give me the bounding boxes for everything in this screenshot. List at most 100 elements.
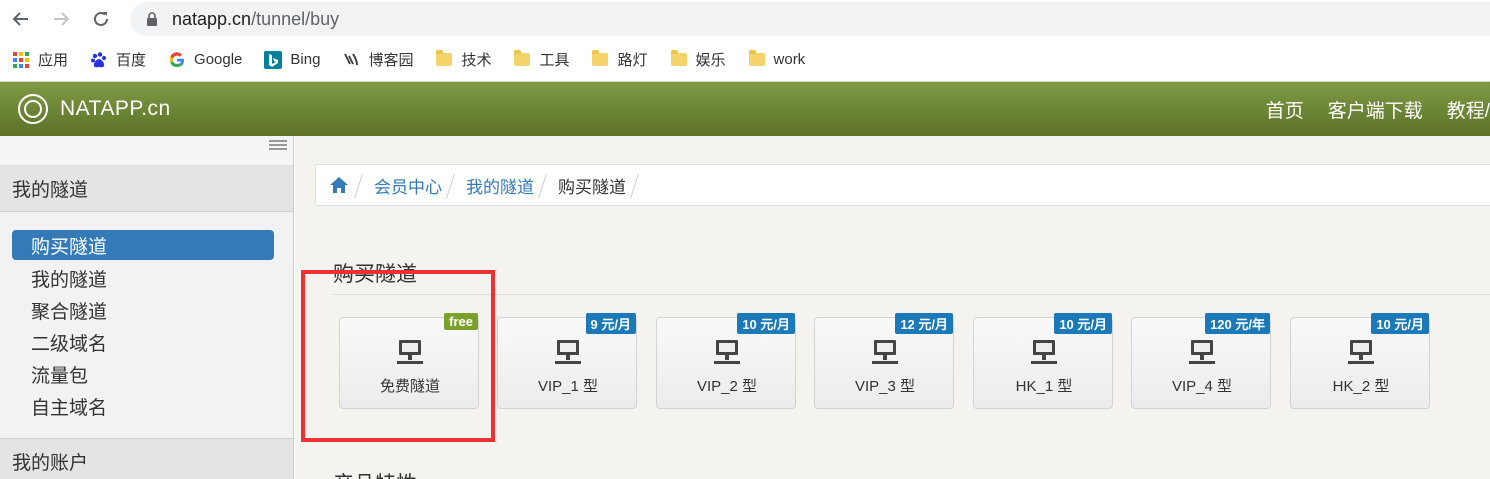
folder-icon bbox=[591, 50, 609, 69]
nav-links: 首页 客户端下载 教程/ bbox=[1242, 82, 1490, 136]
tile-vip4[interactable]: 120 元/年 VIP_4 型 bbox=[1131, 313, 1271, 409]
price-badge: 9 元/月 bbox=[585, 313, 636, 334]
sidebar-item-buy-tunnel[interactable]: 购买隧道 bbox=[12, 230, 274, 260]
breadcrumb-current: 购买隧道 bbox=[558, 177, 626, 197]
price-badge: 10 元/月 bbox=[737, 313, 795, 334]
tile-label: VIP_3 型 bbox=[854, 378, 916, 395]
site-navbar: NATAPP.cn 首页 客户端下载 教程/ bbox=[0, 82, 1490, 136]
server-icon bbox=[1348, 339, 1374, 367]
tile-hk1[interactable]: 10 元/月 HK_1 型 bbox=[973, 313, 1113, 409]
breadcrumb: 会员中心 我的隧道 购买隧道 bbox=[315, 164, 1490, 206]
nav-link-tutorials[interactable]: 教程/ bbox=[1447, 96, 1490, 123]
sidebar-section-my-account[interactable]: 我的账户 bbox=[0, 438, 293, 479]
back-arrow-icon[interactable] bbox=[8, 6, 34, 32]
folder-icon bbox=[670, 50, 688, 69]
sidebar-section-my-tunnels[interactable]: 我的隧道 bbox=[0, 166, 293, 212]
folder-icon bbox=[748, 50, 766, 69]
price-badge: 10 元/月 bbox=[1371, 313, 1429, 334]
sidebar: 我的隧道 购买隧道 我的隧道 聚合隧道 二级域名 流量包 自主域名 我的账户 bbox=[0, 136, 294, 479]
sidebar-collapse-bar bbox=[0, 136, 293, 166]
price-badge: free bbox=[444, 313, 478, 330]
bookmark-label: 百度 bbox=[116, 52, 147, 69]
price-badge: 10 元/月 bbox=[1054, 313, 1112, 334]
tile-label: VIP_4 型 bbox=[1171, 378, 1233, 395]
bookmark-folder-entertainment[interactable]: 娱乐 bbox=[670, 49, 726, 70]
sidebar-item-subdomain[interactable]: 二级域名 bbox=[12, 326, 274, 358]
bing-icon bbox=[264, 50, 283, 69]
sidebar-menu: 购买隧道 我的隧道 聚合隧道 二级域名 流量包 自主域名 bbox=[0, 212, 293, 436]
breadcrumb-my-tunnels[interactable]: 我的隧道 bbox=[466, 173, 534, 198]
bookmark-bing[interactable]: Bing bbox=[264, 50, 321, 69]
server-icon bbox=[872, 339, 898, 367]
main-content: 会员中心 我的隧道 购买隧道 购买隧道 free 免费隧道 9 元/月 VIP_… bbox=[295, 136, 1490, 479]
section-heading-features: 产品特性 bbox=[333, 468, 417, 479]
bookmark-label: Bing bbox=[290, 51, 321, 68]
bookmark-label: 博客园 bbox=[368, 52, 414, 69]
reload-icon[interactable] bbox=[88, 6, 114, 32]
brand-link[interactable]: NATAPP.cn bbox=[18, 94, 171, 124]
bookmark-folder-tools[interactable]: 工具 bbox=[513, 49, 569, 70]
sidebar-item-my-tunnels[interactable]: 我的隧道 bbox=[12, 262, 274, 294]
bookmark-folder-streetlight[interactable]: 路灯 bbox=[591, 49, 648, 70]
folder-icon bbox=[435, 50, 453, 69]
cnblogs-icon bbox=[342, 51, 360, 69]
brand-name: NATAPP.cn bbox=[60, 97, 171, 120]
google-icon bbox=[168, 51, 186, 69]
tile-hk2[interactable]: 10 元/月 HK_2 型 bbox=[1290, 313, 1430, 409]
server-icon bbox=[1031, 339, 1057, 367]
tile-label: VIP_2 型 bbox=[696, 378, 758, 395]
price-badge: 120 元/年 bbox=[1205, 313, 1270, 334]
lock-icon bbox=[144, 11, 160, 27]
sidebar-item-aggregate-tunnels[interactable]: 聚合隧道 bbox=[12, 294, 274, 326]
apps-grid-icon bbox=[12, 51, 30, 69]
breadcrumb-separator bbox=[634, 172, 644, 198]
nav-link-client-download[interactable]: 客户端下载 bbox=[1328, 96, 1423, 123]
baidu-icon bbox=[90, 51, 108, 69]
tile-vip3[interactable]: 12 元/月 VIP_3 型 bbox=[814, 313, 954, 409]
breadcrumb-separator bbox=[450, 172, 460, 198]
natapp-logo-icon bbox=[18, 94, 48, 124]
tile-label: HK_2 型 bbox=[1332, 378, 1390, 395]
home-icon[interactable] bbox=[328, 175, 350, 195]
bookmark-label: 工具 bbox=[539, 52, 570, 69]
bookmarks-bar: 应用 百度 Google Bing 博客园 技术 工具 路灯 娱乐 work bbox=[0, 38, 1490, 82]
bookmark-label: work bbox=[773, 51, 806, 68]
tile-vip1[interactable]: 9 元/月 VIP_1 型 bbox=[497, 313, 637, 409]
bookmark-baidu[interactable]: 百度 bbox=[90, 49, 146, 70]
server-icon bbox=[714, 339, 740, 367]
tile-vip2[interactable]: 10 元/月 VIP_2 型 bbox=[656, 313, 796, 409]
folder-icon bbox=[513, 50, 531, 69]
browser-toolbar: natapp.cn/tunnel/buy bbox=[0, 0, 1490, 38]
url-path: /tunnel/buy bbox=[251, 8, 340, 29]
bookmark-folder-work[interactable]: work bbox=[748, 50, 806, 69]
bookmark-cnblogs[interactable]: 博客园 bbox=[342, 49, 413, 70]
sidebar-item-traffic-pack[interactable]: 流量包 bbox=[12, 358, 274, 390]
forward-arrow-icon[interactable] bbox=[48, 6, 74, 32]
tile-label: VIP_1 型 bbox=[537, 378, 599, 395]
breadcrumb-member-center[interactable]: 会员中心 bbox=[374, 173, 442, 198]
bookmark-google[interactable]: Google bbox=[168, 51, 242, 69]
server-icon bbox=[555, 339, 581, 367]
page-title: 购买隧道 bbox=[333, 263, 417, 286]
url-host: natapp.cn bbox=[172, 8, 252, 29]
bookmark-apps[interactable]: 应用 bbox=[12, 49, 68, 70]
breadcrumb-separator bbox=[542, 172, 552, 198]
price-badge: 12 元/月 bbox=[895, 313, 953, 334]
server-icon bbox=[1189, 339, 1215, 367]
bookmark-label: 应用 bbox=[38, 52, 69, 69]
bookmark-label: Google bbox=[194, 51, 243, 68]
breadcrumb-separator bbox=[358, 172, 368, 198]
tile-label: 免费隧道 bbox=[379, 378, 440, 395]
bookmark-label: 娱乐 bbox=[695, 52, 726, 69]
bookmark-label: 路灯 bbox=[617, 52, 648, 69]
collapse-menu-icon[interactable] bbox=[269, 140, 287, 152]
nav-link-home[interactable]: 首页 bbox=[1266, 96, 1304, 123]
server-icon bbox=[397, 339, 423, 367]
address-bar[interactable]: natapp.cn/tunnel/buy bbox=[130, 2, 1490, 36]
tile-label: HK_1 型 bbox=[1015, 378, 1073, 395]
url-text[interactable]: natapp.cn/tunnel/buy bbox=[172, 9, 339, 30]
bookmark-label: 技术 bbox=[461, 52, 492, 69]
bookmark-folder-tech[interactable]: 技术 bbox=[435, 49, 491, 70]
sidebar-item-custom-domain[interactable]: 自主域名 bbox=[12, 390, 274, 422]
tile-free-tunnel[interactable]: free 免费隧道 bbox=[339, 313, 479, 409]
